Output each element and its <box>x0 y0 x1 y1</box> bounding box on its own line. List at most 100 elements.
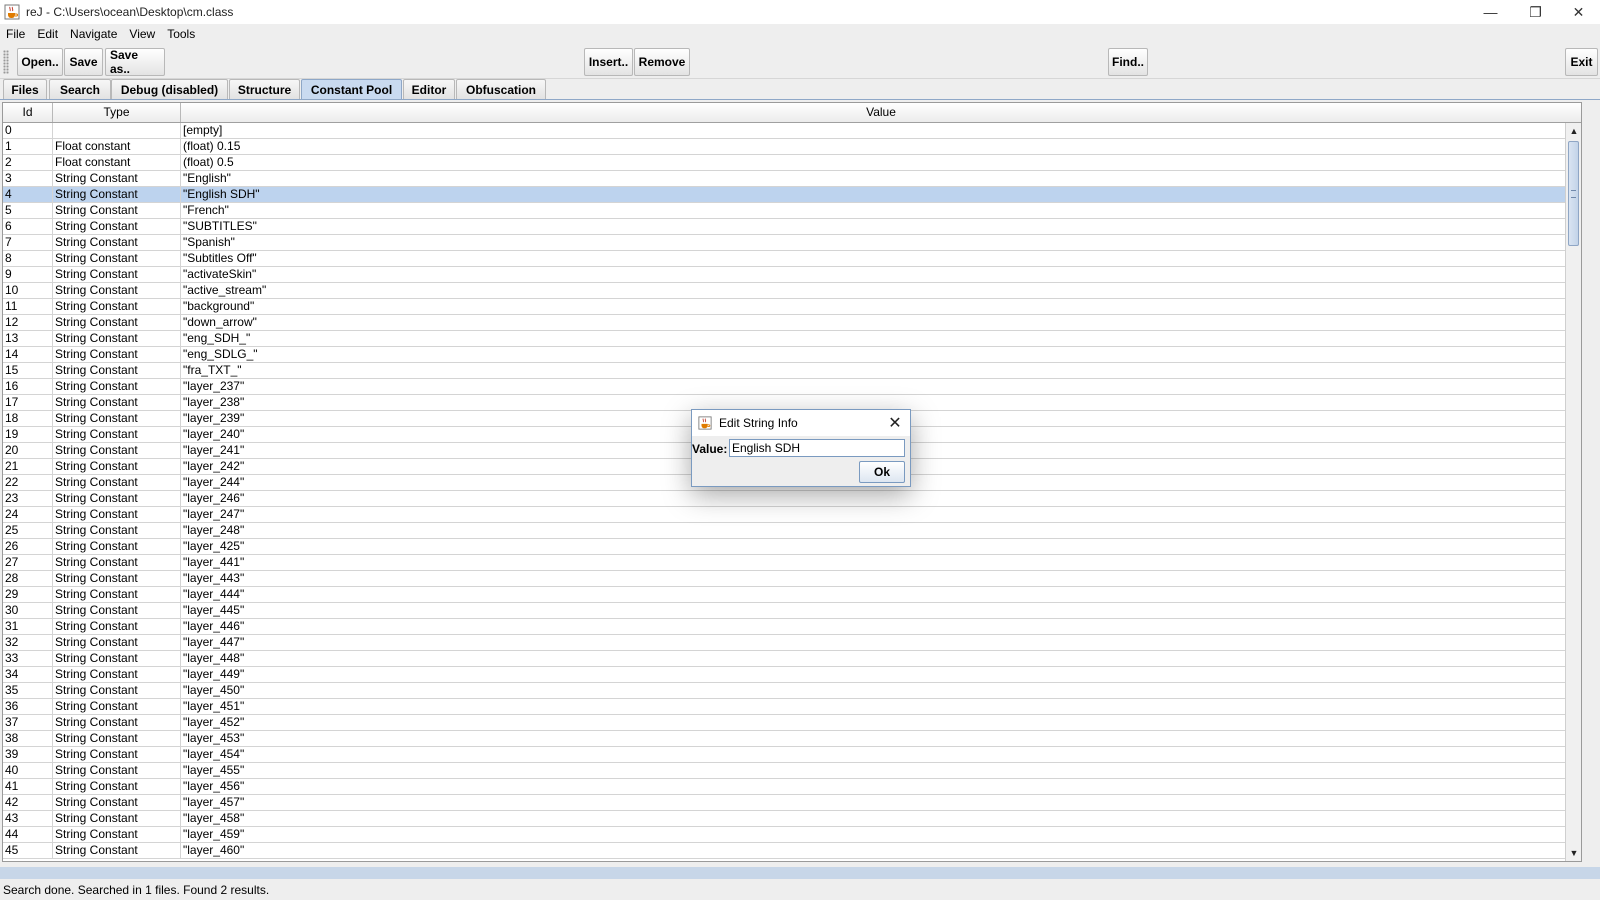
tab-search[interactable]: Search <box>49 79 111 99</box>
cell-id[interactable]: 27 <box>3 555 53 570</box>
cell-type[interactable]: String Constant <box>53 363 181 378</box>
remove-button[interactable]: Remove <box>634 48 690 76</box>
cell-id[interactable]: 0 <box>3 123 53 138</box>
tab-debug[interactable]: Debug (disabled) <box>111 79 228 99</box>
cell-type[interactable]: String Constant <box>53 763 181 778</box>
cell-id[interactable]: 39 <box>3 747 53 762</box>
cell-id[interactable]: 25 <box>3 523 53 538</box>
cell-value[interactable]: "layer_444" <box>181 587 1581 602</box>
table-row[interactable]: 13 String Constant "eng_SDH_" <box>3 331 1581 347</box>
cell-type[interactable]: String Constant <box>53 411 181 426</box>
cell-type[interactable]: String Constant <box>53 779 181 794</box>
cell-id[interactable]: 24 <box>3 507 53 522</box>
cell-type[interactable]: String Constant <box>53 171 181 186</box>
cell-value[interactable]: "active_stream" <box>181 283 1581 298</box>
cell-type[interactable]: String Constant <box>53 203 181 218</box>
vertical-scrollbar[interactable]: ▲ ▼ <box>1565 123 1581 861</box>
cell-value[interactable]: "background" <box>181 299 1581 314</box>
save-as-button[interactable]: Save as.. <box>105 48 165 76</box>
cell-value[interactable]: "English" <box>181 171 1581 186</box>
cell-type[interactable]: String Constant <box>53 507 181 522</box>
find-button[interactable]: Find.. <box>1108 48 1148 76</box>
cell-id[interactable]: 2 <box>3 155 53 170</box>
table-row[interactable]: 23 String Constant "layer_246" <box>3 491 1581 507</box>
cell-id[interactable]: 12 <box>3 315 53 330</box>
column-header-id[interactable]: Id <box>3 103 53 122</box>
cell-id[interactable]: 44 <box>3 827 53 842</box>
table-row[interactable]: 4 String Constant "English SDH" <box>3 187 1581 203</box>
cell-id[interactable]: 45 <box>3 843 53 858</box>
cell-id[interactable]: 10 <box>3 283 53 298</box>
table-row[interactable]: 38 String Constant "layer_453" <box>3 731 1581 747</box>
cell-id[interactable]: 37 <box>3 715 53 730</box>
cell-type[interactable]: String Constant <box>53 635 181 650</box>
cell-type[interactable]: Float constant <box>53 139 181 154</box>
column-header-type[interactable]: Type <box>53 103 181 122</box>
tab-constant-pool[interactable]: Constant Pool <box>301 79 402 99</box>
menu-view[interactable]: View <box>123 24 161 44</box>
cell-type[interactable]: String Constant <box>53 715 181 730</box>
table-row[interactable]: 0 [empty] <box>3 123 1581 139</box>
cell-id[interactable]: 7 <box>3 235 53 250</box>
cell-id[interactable]: 42 <box>3 795 53 810</box>
cell-id[interactable]: 30 <box>3 603 53 618</box>
cell-id[interactable]: 38 <box>3 731 53 746</box>
table-row[interactable]: 5 String Constant "French" <box>3 203 1581 219</box>
cell-type[interactable]: String Constant <box>53 747 181 762</box>
cell-id[interactable]: 36 <box>3 699 53 714</box>
table-row[interactable]: 2 Float constant (float) 0.5 <box>3 155 1581 171</box>
cell-value[interactable]: "down_arrow" <box>181 315 1581 330</box>
scroll-down-arrow-icon[interactable]: ▼ <box>1566 845 1581 861</box>
cell-id[interactable]: 17 <box>3 395 53 410</box>
table-row[interactable]: 14 String Constant "eng_SDLG_" <box>3 347 1581 363</box>
dialog-close-icon[interactable]: ✕ <box>884 413 906 433</box>
cell-id[interactable]: 8 <box>3 251 53 266</box>
cell-value[interactable]: "layer_247" <box>181 507 1581 522</box>
table-row[interactable]: 6 String Constant "SUBTITLES" <box>3 219 1581 235</box>
column-header-value[interactable]: Value <box>181 103 1581 122</box>
restore-button[interactable]: ❐ <box>1513 0 1558 24</box>
cell-type[interactable]: String Constant <box>53 251 181 266</box>
cell-type[interactable]: String Constant <box>53 315 181 330</box>
cell-type[interactable]: String Constant <box>53 347 181 362</box>
table-row[interactable]: 1 Float constant (float) 0.15 <box>3 139 1581 155</box>
table-row[interactable]: 7 String Constant "Spanish" <box>3 235 1581 251</box>
cell-id[interactable]: 3 <box>3 171 53 186</box>
toolbar-grip-handle[interactable] <box>3 50 9 74</box>
cell-value[interactable]: "layer_460" <box>181 843 1581 858</box>
menu-edit[interactable]: Edit <box>31 24 64 44</box>
table-row[interactable]: 16 String Constant "layer_237" <box>3 379 1581 395</box>
cell-id[interactable]: 35 <box>3 683 53 698</box>
cell-id[interactable]: 5 <box>3 203 53 218</box>
cell-type[interactable]: String Constant <box>53 235 181 250</box>
tab-files[interactable]: Files <box>3 79 47 99</box>
cell-id[interactable]: 21 <box>3 459 53 474</box>
cell-type[interactable]: String Constant <box>53 843 181 858</box>
table-row[interactable]: 15 String Constant "fra_TXT_" <box>3 363 1581 379</box>
cell-id[interactable]: 22 <box>3 475 53 490</box>
cell-type[interactable]: String Constant <box>53 299 181 314</box>
cell-value[interactable]: "layer_448" <box>181 651 1581 666</box>
cell-value[interactable]: "Subtitles Off" <box>181 251 1581 266</box>
cell-type[interactable]: String Constant <box>53 651 181 666</box>
cell-id[interactable]: 1 <box>3 139 53 154</box>
exit-button[interactable]: Exit <box>1565 48 1598 76</box>
cell-type[interactable]: String Constant <box>53 603 181 618</box>
scrollbar-thumb[interactable] <box>1568 141 1579 246</box>
cell-type[interactable]: String Constant <box>53 443 181 458</box>
table-row[interactable]: 34 String Constant "layer_449" <box>3 667 1581 683</box>
cell-id[interactable]: 26 <box>3 539 53 554</box>
table-row[interactable]: 24 String Constant "layer_247" <box>3 507 1581 523</box>
table-row[interactable]: 25 String Constant "layer_248" <box>3 523 1581 539</box>
cell-type[interactable]: String Constant <box>53 619 181 634</box>
cell-type[interactable]: String Constant <box>53 491 181 506</box>
cell-id[interactable]: 34 <box>3 667 53 682</box>
cell-value[interactable]: "layer_455" <box>181 763 1581 778</box>
table-row[interactable]: 32 String Constant "layer_447" <box>3 635 1581 651</box>
cell-type[interactable]: String Constant <box>53 731 181 746</box>
cell-type[interactable]: String Constant <box>53 699 181 714</box>
cell-value[interactable]: [empty] <box>181 123 1581 138</box>
table-row[interactable]: 28 String Constant "layer_443" <box>3 571 1581 587</box>
table-row[interactable]: 26 String Constant "layer_425" <box>3 539 1581 555</box>
table-row[interactable]: 35 String Constant "layer_450" <box>3 683 1581 699</box>
